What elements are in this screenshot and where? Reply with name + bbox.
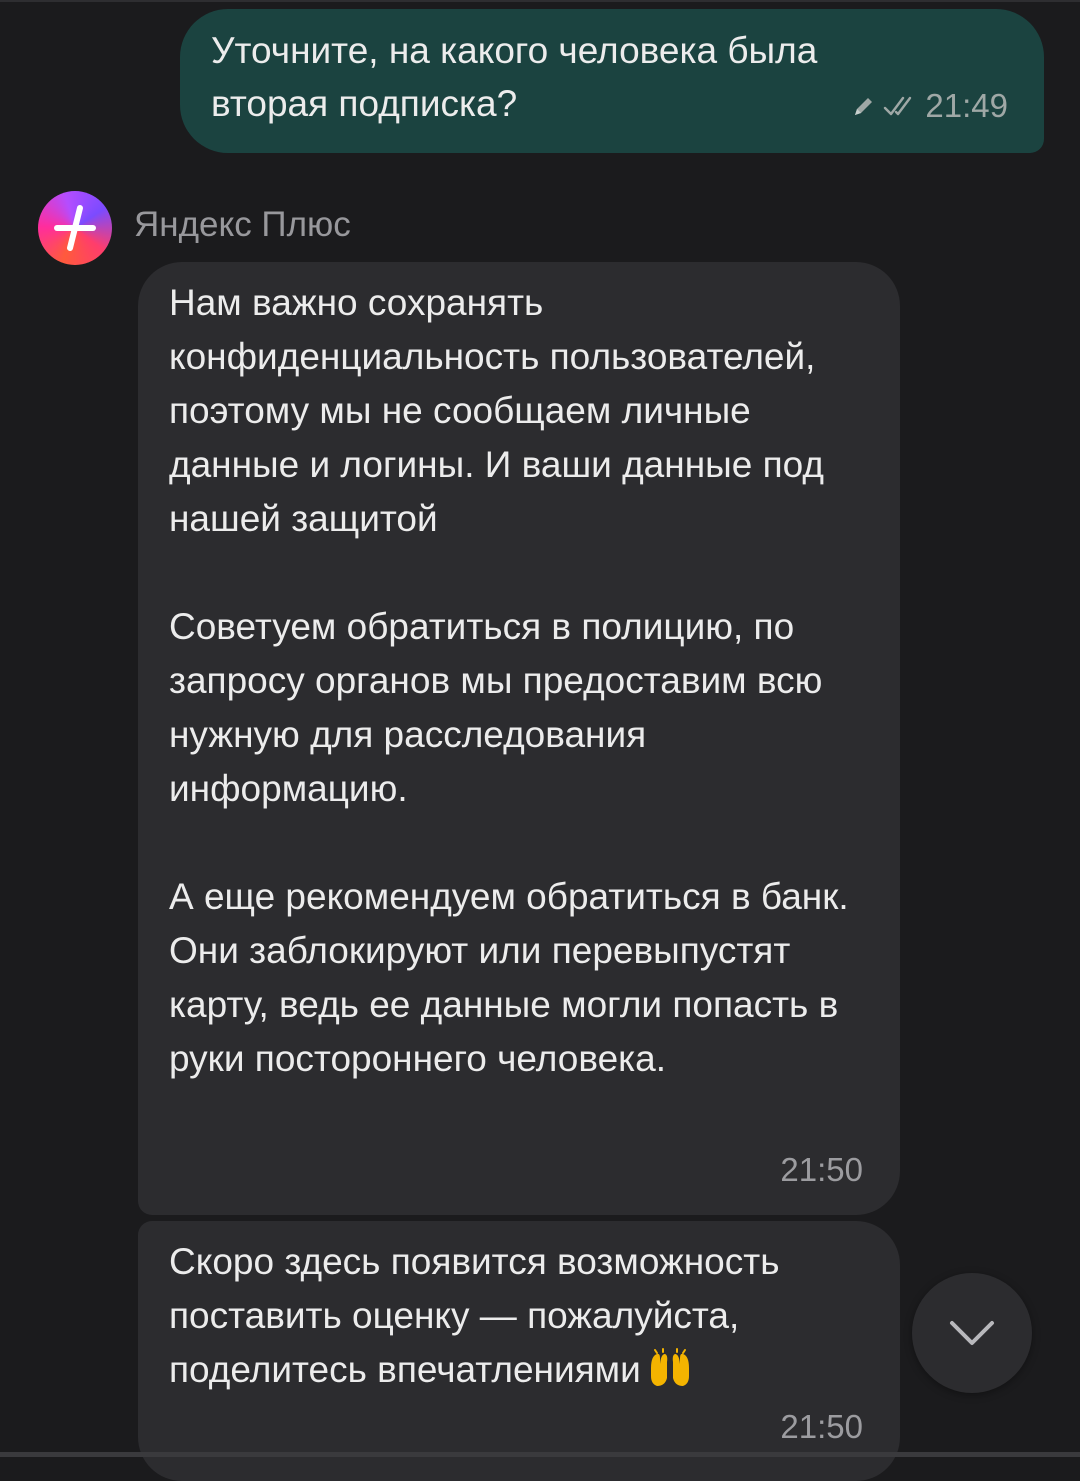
raising-hands-icon	[647, 1348, 693, 1403]
top-divider	[0, 0, 1080, 2]
pencil-icon	[851, 93, 877, 119]
outgoing-message-meta: 21:49	[851, 87, 1008, 125]
message-paragraph: А еще рекомендуем обратиться в банк. Они…	[169, 876, 849, 1079]
message-paragraph: Нам важно сохранять конфиденциальность п…	[169, 282, 824, 539]
incoming-message-time: 21:50	[780, 1151, 863, 1188]
bottom-divider	[0, 1452, 1080, 1457]
incoming-message-time: 21:50	[780, 1408, 863, 1445]
plus-logo-icon	[47, 200, 103, 256]
incoming-message[interactable]: Нам важно сохранять конфиденциальность п…	[138, 262, 900, 1215]
scroll-down-button[interactable]	[912, 1273, 1032, 1393]
incoming-message-text: Скоро здесь появится возможность постави…	[169, 1235, 869, 1403]
message-paragraph: Советуем обратиться в полицию, по запрос…	[169, 606, 823, 809]
sender-name[interactable]: Яндекс Плюс	[134, 204, 351, 246]
avatar[interactable]	[38, 191, 112, 265]
incoming-message-text: Нам важно сохранять конфиденциальность п…	[169, 276, 869, 1086]
outgoing-message-time: 21:49	[925, 87, 1008, 124]
outgoing-message[interactable]: Уточните, на какого человека была вторая…	[180, 9, 1044, 153]
chevron-down-icon	[944, 1315, 1000, 1351]
double-check-icon	[883, 93, 919, 119]
incoming-message[interactable]: Скоро здесь появится возможность постави…	[138, 1221, 900, 1481]
